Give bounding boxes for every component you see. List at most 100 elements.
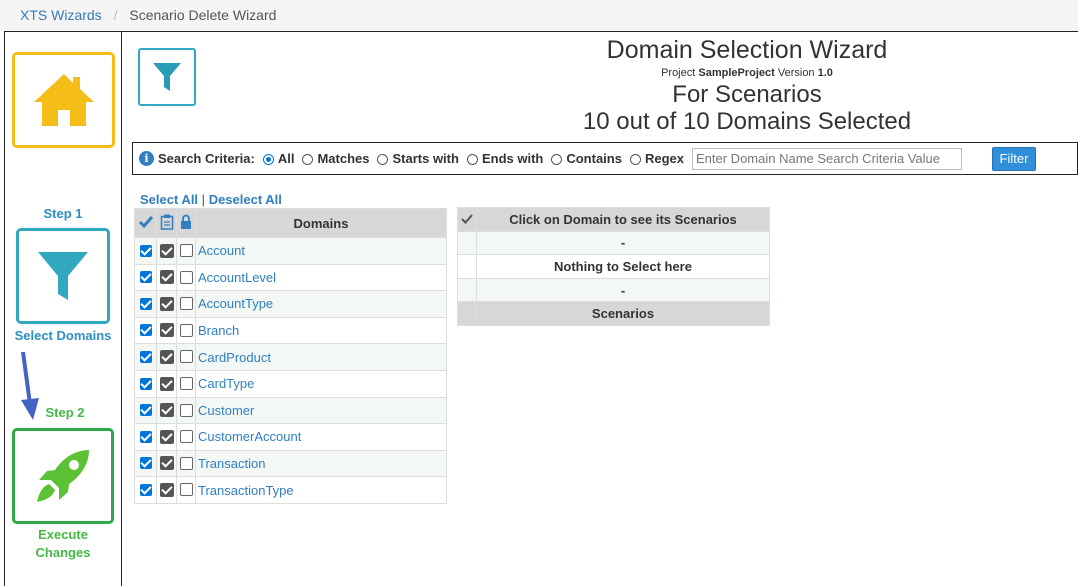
- step2-label: Step 2: [45, 405, 85, 420]
- domain-select-checkbox[interactable]: [139, 430, 152, 443]
- version-prefix: Version: [777, 67, 815, 79]
- radio-ends-with[interactable]: [466, 154, 478, 165]
- domain-link[interactable]: CardType: [195, 369, 447, 398]
- checkmark-icon: [138, 215, 153, 228]
- table-row: Customer: [134, 396, 447, 425]
- search-criteria-label: Search Criteria:: [158, 151, 255, 166]
- execute-changes-label: Execute Changes: [4, 526, 122, 562]
- domain-link[interactable]: Branch: [195, 316, 447, 345]
- domain-lock-checkbox[interactable]: [179, 483, 193, 497]
- deselect-all-link[interactable]: Deselect All: [209, 192, 282, 207]
- domain-lock-checkbox[interactable]: [179, 270, 193, 284]
- domain-lock-checkbox[interactable]: [179, 377, 193, 391]
- domain-include-checkbox[interactable]: [159, 323, 174, 338]
- domain-lock-checkbox[interactable]: [179, 430, 193, 444]
- domain-link[interactable]: CardProduct: [195, 343, 447, 371]
- radio-all-label: All: [277, 151, 295, 166]
- breadcrumb-root-link[interactable]: XTS Wizards: [20, 7, 102, 23]
- domain-include-checkbox[interactable]: [159, 403, 174, 418]
- domain-search-input[interactable]: [692, 147, 962, 170]
- domain-include-checkbox[interactable]: [159, 456, 174, 471]
- home-button[interactable]: [12, 52, 115, 148]
- domain-link[interactable]: AccountType: [195, 290, 447, 318]
- for-scenarios-heading: For Scenarios: [672, 81, 822, 108]
- domain-select-checkbox[interactable]: [139, 404, 152, 417]
- table-row: Transaction: [134, 449, 447, 478]
- domain-lock-checkbox[interactable]: [179, 403, 193, 417]
- down-arrow-icon: [21, 352, 39, 420]
- table-row: -: [457, 230, 770, 256]
- domain-link[interactable]: CustomerAccount: [195, 423, 447, 451]
- domain-link[interactable]: Transaction: [195, 449, 447, 478]
- domain-lock-checkbox[interactable]: [179, 244, 193, 258]
- domain-select-checkbox[interactable]: [139, 377, 152, 390]
- domain-select-checkbox[interactable]: [139, 483, 152, 496]
- radio-regex-label: Regex: [644, 151, 684, 166]
- domain-select-checkbox[interactable]: [139, 350, 152, 363]
- domain-include-checkbox[interactable]: [159, 482, 174, 497]
- scenario-placeholder: -: [476, 277, 770, 303]
- radio-matches-label: Matches: [317, 151, 370, 166]
- radio-contains-label: Contains: [566, 151, 622, 166]
- search-criteria-bar: i Search Criteria: All Matches Starts wi…: [132, 142, 1078, 175]
- domain-include-checkbox[interactable]: [159, 429, 174, 444]
- domain-link[interactable]: TransactionType: [195, 476, 447, 504]
- page-title: Domain Selection Wizard: [606, 36, 888, 64]
- header-filter-badge: [138, 48, 196, 106]
- domain-include-checkbox[interactable]: [159, 376, 174, 391]
- table-row: Account: [134, 237, 447, 265]
- filter-icon: [38, 252, 88, 300]
- selection-links: Select All | Deselect All: [140, 192, 282, 207]
- table-row: AccountType: [134, 290, 447, 318]
- domain-link[interactable]: Customer: [195, 396, 447, 425]
- domains-column-header: Domains: [195, 208, 447, 238]
- table-row: -: [457, 277, 770, 303]
- main-divider: [122, 31, 1078, 32]
- table-row: TransactionType: [134, 476, 447, 504]
- scenarios-header: Click on Domain to see its Scenarios: [476, 207, 770, 232]
- scenarios-table: Click on Domain to see its Scenarios - N…: [457, 207, 770, 326]
- domain-select-checkbox[interactable]: [139, 244, 152, 257]
- wizard-header: Domain Selection Wizard Project SamplePr…: [470, 36, 1024, 136]
- project-prefix: Project: [661, 67, 696, 79]
- filter-button[interactable]: Filter: [992, 146, 1036, 171]
- checkmark-icon: [461, 214, 473, 224]
- domain-include-checkbox[interactable]: [159, 349, 174, 364]
- domain-lock-checkbox[interactable]: [179, 297, 193, 311]
- scenario-placeholder: -: [476, 230, 770, 256]
- radio-matches[interactable]: [302, 154, 314, 165]
- domain-include-checkbox[interactable]: [159, 296, 174, 311]
- filter-icon: [153, 63, 181, 91]
- execute-label-line1: Execute: [38, 527, 88, 542]
- lock-column-header: [176, 208, 196, 238]
- select-column-header: [134, 208, 157, 238]
- execute-changes-step-button[interactable]: [12, 428, 114, 524]
- lock-icon: [181, 214, 191, 229]
- radio-all[interactable]: [262, 154, 274, 165]
- table-row: AccountLevel: [134, 263, 447, 292]
- project-name: SampleProject: [698, 67, 775, 79]
- radio-contains[interactable]: [551, 154, 563, 165]
- select-all-link[interactable]: Select All: [140, 192, 198, 207]
- domain-lock-checkbox[interactable]: [179, 350, 193, 364]
- domain-select-checkbox[interactable]: [139, 271, 152, 284]
- selection-separator: |: [201, 192, 206, 207]
- radio-ends-with-label: Ends with: [481, 151, 544, 166]
- select-domains-step-button[interactable]: [16, 228, 110, 324]
- domain-lock-checkbox[interactable]: [179, 323, 193, 337]
- domain-link[interactable]: AccountLevel: [195, 263, 447, 292]
- domain-lock-checkbox[interactable]: [179, 456, 193, 470]
- project-info: Project SampleProject Version 1.0: [470, 66, 1024, 80]
- radio-regex[interactable]: [629, 154, 641, 165]
- domain-include-checkbox[interactable]: [159, 243, 174, 258]
- domain-link[interactable]: Account: [195, 237, 447, 265]
- execute-label-line2: Changes: [35, 545, 91, 560]
- domain-select-checkbox[interactable]: [139, 457, 152, 470]
- breadcrumb-separator: /: [113, 7, 118, 23]
- domain-select-checkbox[interactable]: [139, 297, 152, 310]
- domain-select-checkbox[interactable]: [139, 324, 152, 337]
- step1-label: Step 1: [43, 206, 83, 221]
- radio-starts-with[interactable]: [377, 154, 389, 165]
- domain-include-checkbox[interactable]: [159, 270, 174, 285]
- breadcrumb: XTS Wizards / Scenario Delete Wizard: [0, 0, 1078, 31]
